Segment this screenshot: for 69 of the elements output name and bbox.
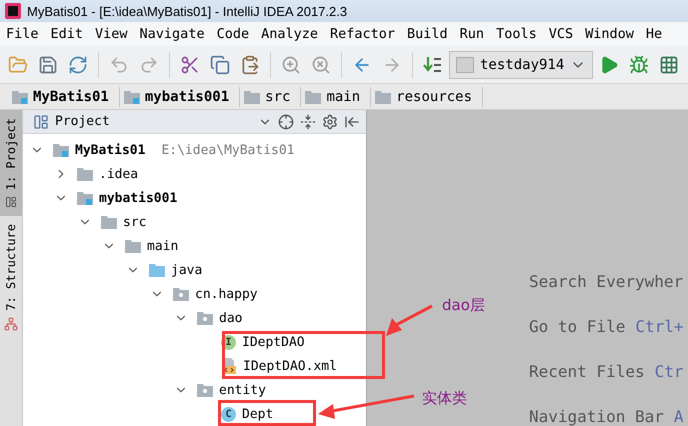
- panel-title: Project: [55, 114, 111, 129]
- module-folder-icon: [124, 90, 140, 104]
- menu-item[interactable]: Refactor: [324, 26, 402, 42]
- module-folder-icon: [77, 191, 93, 205]
- locate-icon[interactable]: [278, 114, 294, 130]
- annotation-label: dao层: [442, 296, 485, 315]
- package-icon: [197, 383, 213, 397]
- hint-action: Recent Files: [529, 362, 645, 381]
- tree-item[interactable]: cn.happy: [195, 286, 258, 302]
- tree-item[interactable]: IDeptDAO.xml: [243, 358, 337, 374]
- side-tab[interactable]: 1: Project: [0, 110, 22, 216]
- breadcrumb[interactable]: resources: [371, 86, 484, 106]
- tree-item[interactable]: .idea: [99, 166, 138, 182]
- menu-item[interactable]: Edit: [44, 26, 90, 42]
- breadcrumb[interactable]: src: [240, 86, 302, 106]
- run-configuration-dropdown[interactable]: testday914: [449, 50, 594, 78]
- menu-item[interactable]: VCS: [542, 26, 580, 42]
- app-logo-icon: [5, 3, 21, 19]
- tree-item[interactable]: dao: [219, 310, 242, 326]
- breadcrumb[interactable]: MyBatis01: [8, 86, 120, 106]
- class-icon: C: [221, 406, 236, 422]
- folder-icon: [305, 90, 322, 104]
- menu-item[interactable]: File: [0, 26, 45, 42]
- tree-item[interactable]: MyBatis01: [75, 142, 146, 158]
- menu-item[interactable]: Window: [579, 26, 640, 42]
- arrow: [386, 304, 433, 336]
- hint-shortcut: A: [674, 407, 684, 426]
- tree-item[interactable]: IDeptDAO: [242, 334, 305, 350]
- window-title: MyBatis01 - [E:\idea\MyBatis01] - IntelliJ IDEA 2017.2.3: [27, 4, 348, 18]
- menu-item[interactable]: Tools: [490, 26, 543, 42]
- menu-item[interactable]: Build: [401, 26, 454, 42]
- tree-item[interactable]: mybatis001: [99, 190, 178, 206]
- module-folder-icon: [12, 90, 28, 104]
- menu-item[interactable]: View: [89, 26, 134, 42]
- breadcrumb[interactable]: mybatis001: [120, 86, 240, 106]
- module-folder-icon: [53, 143, 69, 157]
- structure-icon: [4, 316, 18, 331]
- folder-icon: [77, 167, 93, 181]
- tree-item[interactable]: src: [123, 214, 146, 230]
- folder-icon: [375, 90, 392, 104]
- menu-item[interactable]: Run: [454, 26, 490, 42]
- tree-item[interactable]: entity: [219, 382, 266, 398]
- side-tab[interactable]: 7: Structure: [0, 216, 22, 339]
- tree-item[interactable]: main: [147, 238, 178, 254]
- project-view-icon: [33, 114, 49, 130]
- package-icon: [197, 311, 213, 325]
- folder-icon: [244, 90, 260, 104]
- menu-item[interactable]: Navigate: [134, 26, 211, 42]
- hint-action: Go to File: [529, 317, 626, 336]
- panel-icon: [5, 196, 17, 208]
- hint-shortcut: Ctrl+: [635, 317, 684, 336]
- hide-panel-icon[interactable]: [344, 114, 360, 130]
- folder-icon: [125, 239, 141, 253]
- folder-icon: [149, 263, 165, 277]
- annotation-label: 实体类: [422, 389, 467, 408]
- hint-shortcut: Ctr: [654, 362, 684, 381]
- tree-item[interactable]: Dept: [242, 406, 274, 422]
- path-hint: E:\idea\MyBatis01: [161, 142, 295, 158]
- tree-item[interactable]: java: [171, 262, 202, 278]
- settings-icon[interactable]: [322, 114, 338, 130]
- menu-item[interactable]: He: [640, 26, 668, 42]
- menu-item[interactable]: Analyze: [255, 26, 324, 42]
- menu-item[interactable]: Code: [210, 26, 256, 42]
- hint-action: Navigation Bar: [529, 407, 664, 426]
- folder-icon: [101, 215, 117, 229]
- collapse-all-icon[interactable]: [300, 114, 316, 130]
- hint-action: Search Everywher: [529, 272, 684, 291]
- breadcrumb[interactable]: main: [301, 86, 372, 106]
- package-icon: [173, 287, 189, 301]
